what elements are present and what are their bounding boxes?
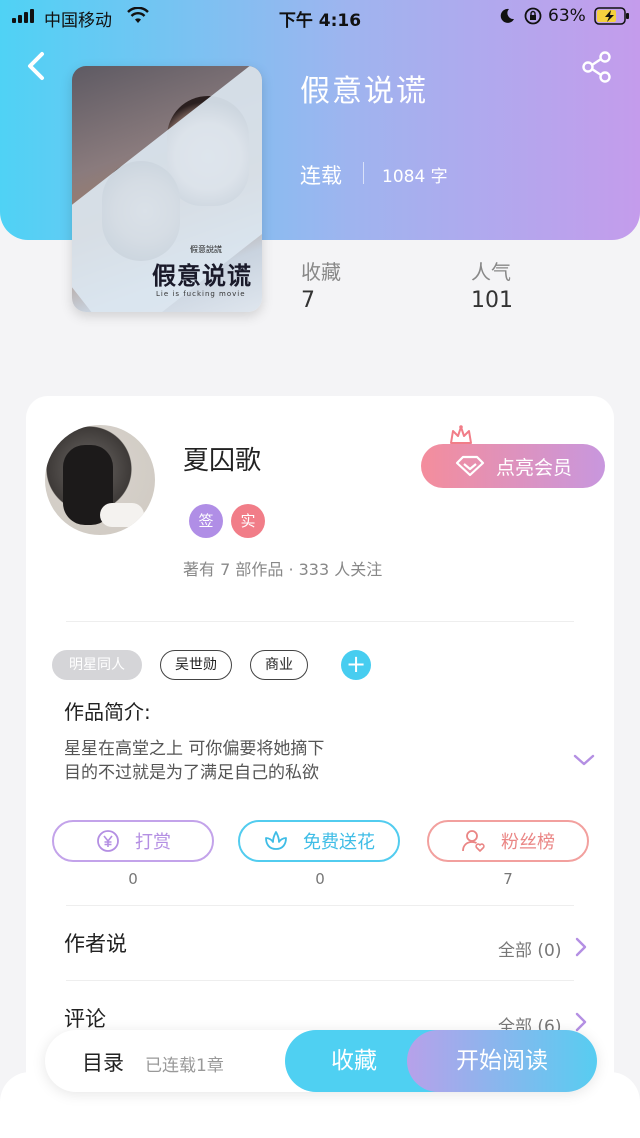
popularity-value: 101 (471, 288, 513, 313)
crown-icon (450, 425, 472, 444)
divider (66, 905, 574, 906)
fans-rank-button[interactable]: 粉丝榜 (427, 820, 589, 862)
cover-title-text: 假意说谎 (152, 262, 252, 290)
status-bar: 中国移动 下午 4:16 63% (0, 0, 640, 34)
serial-status: 连载 (300, 164, 342, 188)
flower-icon (265, 831, 287, 850)
verified-badge: 实 (231, 504, 265, 538)
tag-category[interactable]: 明星同人 (52, 650, 142, 680)
book-title: 假意说谎 (300, 74, 428, 109)
rotation-lock-icon (524, 7, 542, 25)
vip-label: 点亮会员 (495, 456, 572, 479)
tag-character[interactable]: 吴世勋 (160, 650, 232, 680)
cover-tag-text: 假意說謊 (190, 245, 222, 254)
moon-icon (500, 8, 514, 23)
chevron-down-icon[interactable] (572, 752, 596, 768)
cover-subtitle-text: Lie is fucking movie (156, 290, 246, 298)
book-cover[interactable]: 假意說謊 假意说谎 Lie is fucking movie (72, 66, 262, 312)
battery-percent: 63% (548, 6, 586, 26)
tag-genre[interactable]: 商业 (250, 650, 308, 680)
comments-title: 评论 (64, 1007, 106, 1031)
back-arrow-icon[interactable] (22, 50, 50, 82)
chevron-right-icon[interactable] (574, 1012, 588, 1032)
diamond-icon (455, 455, 485, 477)
avatar-cat (100, 503, 144, 527)
divider (66, 980, 574, 981)
share-icon[interactable] (580, 50, 614, 84)
toc-button[interactable]: 目录 (82, 1047, 124, 1077)
add-tag-icon[interactable]: + (341, 650, 371, 680)
author-avatar[interactable] (45, 425, 155, 535)
fans-count: 7 (503, 870, 513, 888)
reward-count: 0 (128, 870, 138, 888)
vip-button[interactable]: 点亮会员 (421, 444, 605, 488)
send-flower-button[interactable]: 免费送花 (238, 820, 400, 862)
battery-charging-icon (594, 7, 629, 25)
intro-line: 星星在高堂之上 可你偏要将她摘下 (64, 739, 325, 759)
author-says-all-link[interactable]: 全部 (0) (498, 936, 561, 961)
meta-divider (363, 162, 364, 184)
fan-user-heart-icon (462, 830, 485, 852)
reward-button[interactable]: 打赏 (52, 820, 214, 862)
signed-badge: 签 (189, 504, 223, 538)
fans-rank-label: 粉丝榜 (501, 832, 555, 853)
author-says-title: 作者说 (64, 932, 127, 956)
author-stats: 著有 7 部作品 · 333 人关注 (183, 560, 383, 579)
intro-line: 目的不过就是为了满足自己的私欲 (64, 763, 319, 783)
reward-label: 打赏 (135, 832, 171, 853)
word-count: 1084 字 (382, 167, 448, 187)
clock-time: 下午 4:16 (278, 11, 362, 31)
intro-heading: 作品简介: (64, 700, 151, 724)
chevron-right-icon[interactable] (574, 937, 588, 957)
favorites-label: 收藏 (301, 260, 341, 284)
start-reading-button[interactable]: 开始阅读 (407, 1030, 597, 1092)
chapters-count: 已连载1章 (145, 1056, 224, 1076)
favorites-value: 7 (301, 288, 315, 313)
send-flower-label: 免费送花 (303, 832, 375, 853)
flower-count: 0 (315, 870, 325, 888)
yen-coin-icon (97, 830, 119, 852)
author-name[interactable]: 夏囚歌 (183, 440, 261, 477)
popularity-label: 人气 (471, 260, 511, 284)
divider (66, 621, 574, 622)
